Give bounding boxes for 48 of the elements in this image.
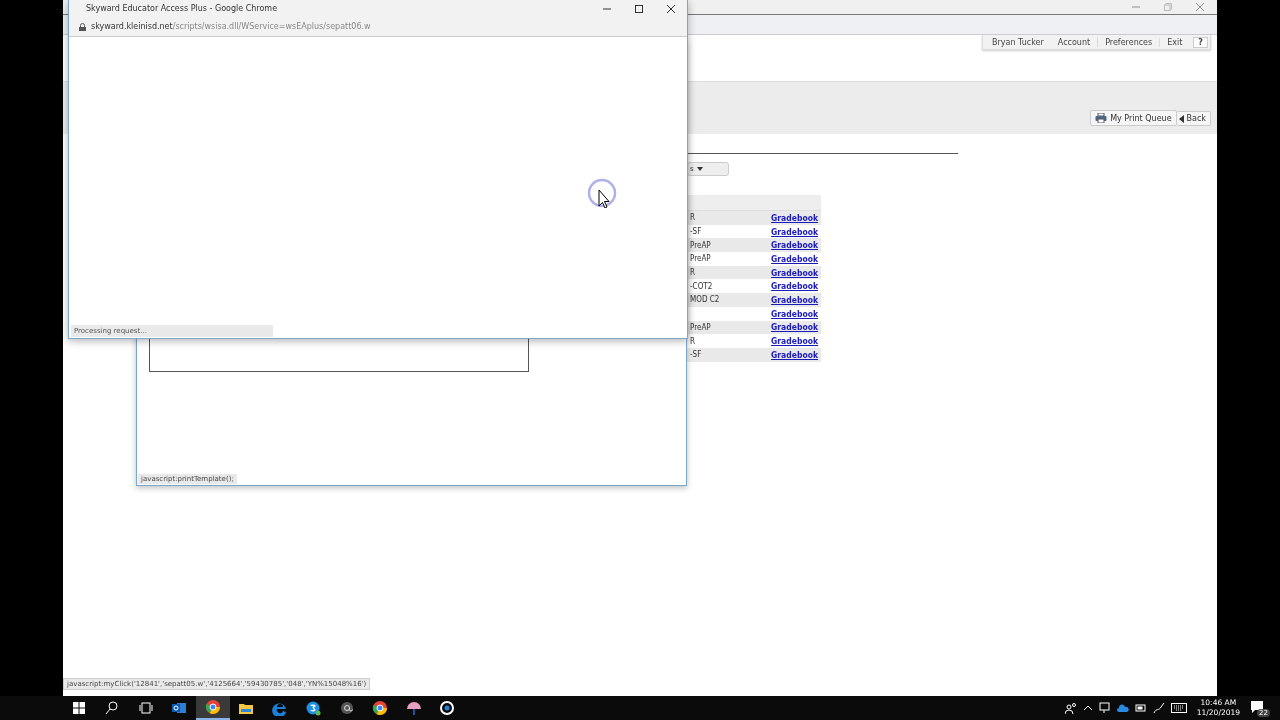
ring-icon bbox=[439, 700, 456, 716]
menu-link[interactable]: Account bbox=[1050, 37, 1099, 47]
lock-icon bbox=[79, 22, 86, 31]
back-arrow-icon bbox=[1178, 114, 1184, 123]
menu-link[interactable]: Bryan Tucker bbox=[985, 37, 1051, 47]
chevron-up-icon[interactable] bbox=[1082, 703, 1093, 713]
taskbar-button[interactable] bbox=[196, 696, 230, 720]
help-button[interactable]: ? bbox=[1193, 36, 1208, 48]
browser-icon bbox=[204, 699, 221, 715]
network-icon[interactable] bbox=[1098, 702, 1111, 714]
battery-icon[interactable] bbox=[1134, 703, 1147, 713]
close-icon[interactable] bbox=[666, 3, 676, 14]
windows-logo-icon bbox=[70, 700, 87, 716]
loading-cursor-icon bbox=[587, 178, 617, 208]
course-name: -COT2 bbox=[690, 281, 713, 291]
people-icon[interactable] bbox=[1064, 702, 1077, 714]
course-name: -SF bbox=[690, 350, 702, 360]
course-name: R bbox=[690, 213, 695, 223]
course-name: -SF bbox=[690, 227, 702, 237]
gradebook-link[interactable]: Gradebook bbox=[771, 308, 818, 319]
gradebook-link[interactable]: Gradebook bbox=[771, 253, 818, 264]
umbrella-icon bbox=[405, 700, 422, 716]
maximize-icon[interactable] bbox=[634, 3, 644, 14]
pen-icon[interactable] bbox=[1152, 702, 1165, 714]
caret-icon bbox=[696, 167, 703, 171]
printer-icon bbox=[1095, 113, 1108, 123]
task-view-icon bbox=[137, 700, 154, 716]
keyboard-icon[interactable] bbox=[1170, 703, 1187, 713]
mail-app-icon bbox=[171, 700, 188, 716]
print-queue-button[interactable]: My Print Queue bbox=[1090, 110, 1177, 126]
gradebook-link[interactable]: Gradebook bbox=[771, 226, 818, 237]
course-name: R bbox=[690, 336, 695, 346]
browser-icon bbox=[372, 700, 389, 716]
back-button[interactable]: Back bbox=[1176, 111, 1211, 126]
menu-link[interactable]: Preferences bbox=[1098, 37, 1161, 47]
course-name: R bbox=[690, 268, 695, 278]
gradebook-link[interactable]: Gradebook bbox=[771, 336, 818, 347]
course-name: PreAP bbox=[690, 240, 711, 250]
chat-app-icon bbox=[305, 700, 322, 716]
cloud-icon[interactable] bbox=[1116, 704, 1129, 712]
course-name: PreAP bbox=[690, 322, 711, 332]
course-name: MOD C2 bbox=[690, 295, 720, 305]
course-name: PreAP bbox=[690, 254, 711, 264]
menu-link[interactable]: Exit bbox=[1160, 37, 1190, 47]
gradebook-link[interactable]: Gradebook bbox=[771, 281, 818, 292]
at-sign-icon bbox=[338, 700, 355, 716]
search-icon bbox=[104, 700, 121, 716]
window-title: Skyward Educator Access Plus - Google Chrome bbox=[86, 4, 279, 13]
